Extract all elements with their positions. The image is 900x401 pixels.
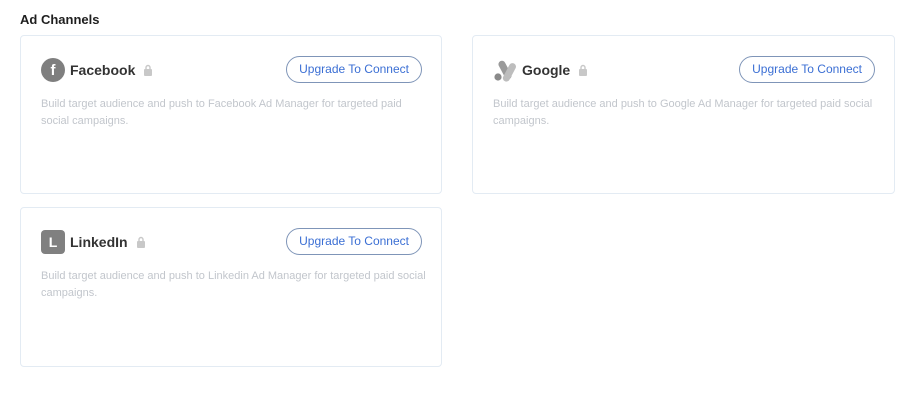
channel-description: Build target audience and push to Google… — [493, 98, 873, 127]
channel-header: Google — [493, 58, 588, 82]
channel-card-linkedin: L LinkedIn Upgrade To Connect Build targ… — [20, 207, 442, 367]
channel-description: Build target audience and push to Linked… — [41, 270, 426, 299]
channel-header: L LinkedIn — [41, 230, 146, 254]
lock-icon — [136, 236, 145, 248]
facebook-logo-icon: f — [41, 58, 65, 82]
channel-name: Facebook — [70, 62, 136, 78]
lock-icon — [579, 64, 588, 76]
channel-name: Google — [522, 62, 571, 78]
upgrade-to-connect-button[interactable]: Upgrade To Connect — [286, 228, 422, 255]
channel-description: Build target audience and push to Facebo… — [41, 98, 402, 127]
channel-card-facebook: f Facebook Upgrade To Connect Build targ… — [20, 35, 442, 194]
section-title: Ad Channels — [20, 12, 100, 27]
linkedin-logo-icon: L — [41, 230, 65, 254]
lock-icon — [144, 64, 153, 76]
upgrade-to-connect-button[interactable]: Upgrade To Connect — [739, 56, 875, 83]
upgrade-to-connect-button[interactable]: Upgrade To Connect — [286, 56, 422, 83]
channel-card-google: Google Upgrade To Connect Build target a… — [472, 35, 895, 194]
channel-header: f Facebook — [41, 58, 153, 82]
channel-name: LinkedIn — [70, 234, 128, 250]
google-ads-logo-icon — [494, 60, 516, 82]
